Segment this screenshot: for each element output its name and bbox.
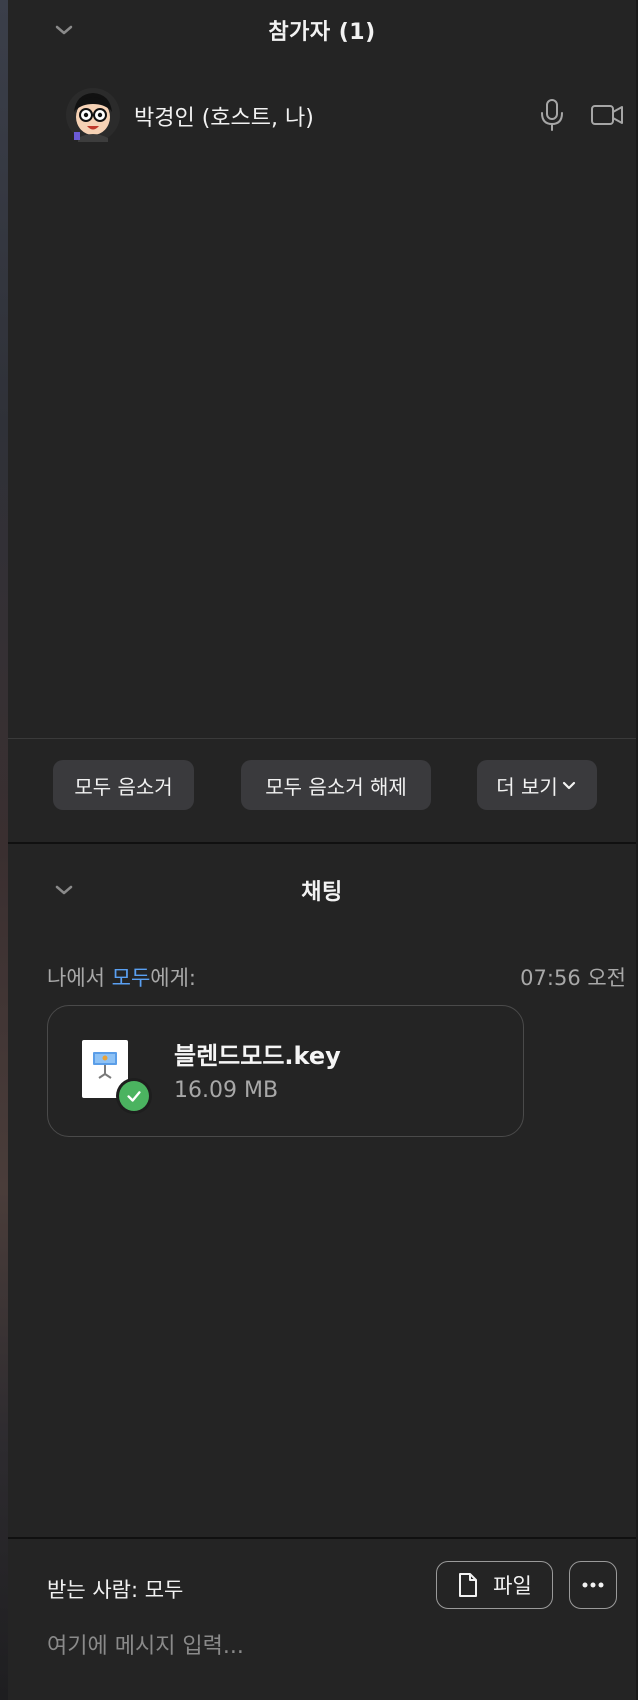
chat-more-button[interactable]: [569, 1561, 617, 1609]
file-name: 블렌드모드.key: [174, 1042, 341, 1070]
more-options-button[interactable]: 더 보기: [477, 760, 597, 810]
mute-all-label: 모두 음소거: [74, 774, 173, 799]
mute-all-button[interactable]: 모두 음소거: [53, 760, 194, 810]
file-button-label: 파일: [493, 1574, 532, 1598]
avatar: [66, 88, 120, 142]
composer-divider: [8, 1537, 636, 1539]
participant-name: 박경인 (호스트, 나): [134, 106, 314, 131]
recipient-selector[interactable]: 받는 사람: 모두: [47, 1574, 183, 1604]
zoom-side-panel: 참가자 (1) 박경인 (호스트, 나) 모두 음소거 모두 음소거 해제 더 …: [0, 0, 638, 1700]
chat-header: 채팅: [8, 860, 636, 920]
sender-suffix: 에게:: [150, 966, 196, 990]
chevron-down-icon: [562, 781, 575, 790]
participants-header: 참가자 (1): [8, 0, 636, 60]
desktop-background-strip: [0, 0, 8, 1700]
unmute-all-label: 모두 음소거 해제: [265, 774, 407, 799]
chat-title: 채팅: [301, 880, 343, 905]
chat-message-sender: 나에서 모두에게:: [47, 962, 196, 992]
file-share-button[interactable]: 파일: [436, 1561, 553, 1609]
participants-divider: [8, 738, 636, 739]
participants-collapse-chevron-icon[interactable]: [52, 18, 76, 42]
video-camera-icon[interactable]: [590, 102, 624, 128]
ellipsis-icon: [582, 1582, 604, 1588]
sender-label: 나에서: [47, 966, 112, 990]
participant-row[interactable]: 박경인 (호스트, 나): [8, 80, 636, 150]
file-icon: [459, 1573, 478, 1597]
participant-actions: 모두 음소거 모두 음소거 해제 더 보기: [8, 760, 636, 812]
unmute-all-button[interactable]: 모두 음소거 해제: [241, 760, 431, 810]
microphone-icon[interactable]: [538, 98, 566, 132]
more-options-label: 더 보기: [496, 774, 558, 799]
recipient-link[interactable]: 모두: [112, 966, 151, 990]
participants-title: 참가자 (1): [268, 20, 376, 45]
chat-collapse-chevron-icon[interactable]: [52, 878, 76, 902]
check-circle-icon: [116, 1078, 152, 1114]
file-size: 16.09 MB: [174, 1078, 279, 1103]
message-input[interactable]: [47, 1626, 617, 1666]
message-timestamp: 07:56 오전: [520, 966, 626, 990]
section-divider: [8, 842, 636, 844]
file-attachment-card[interactable]: 블렌드모드.key 16.09 MB: [47, 1005, 524, 1137]
